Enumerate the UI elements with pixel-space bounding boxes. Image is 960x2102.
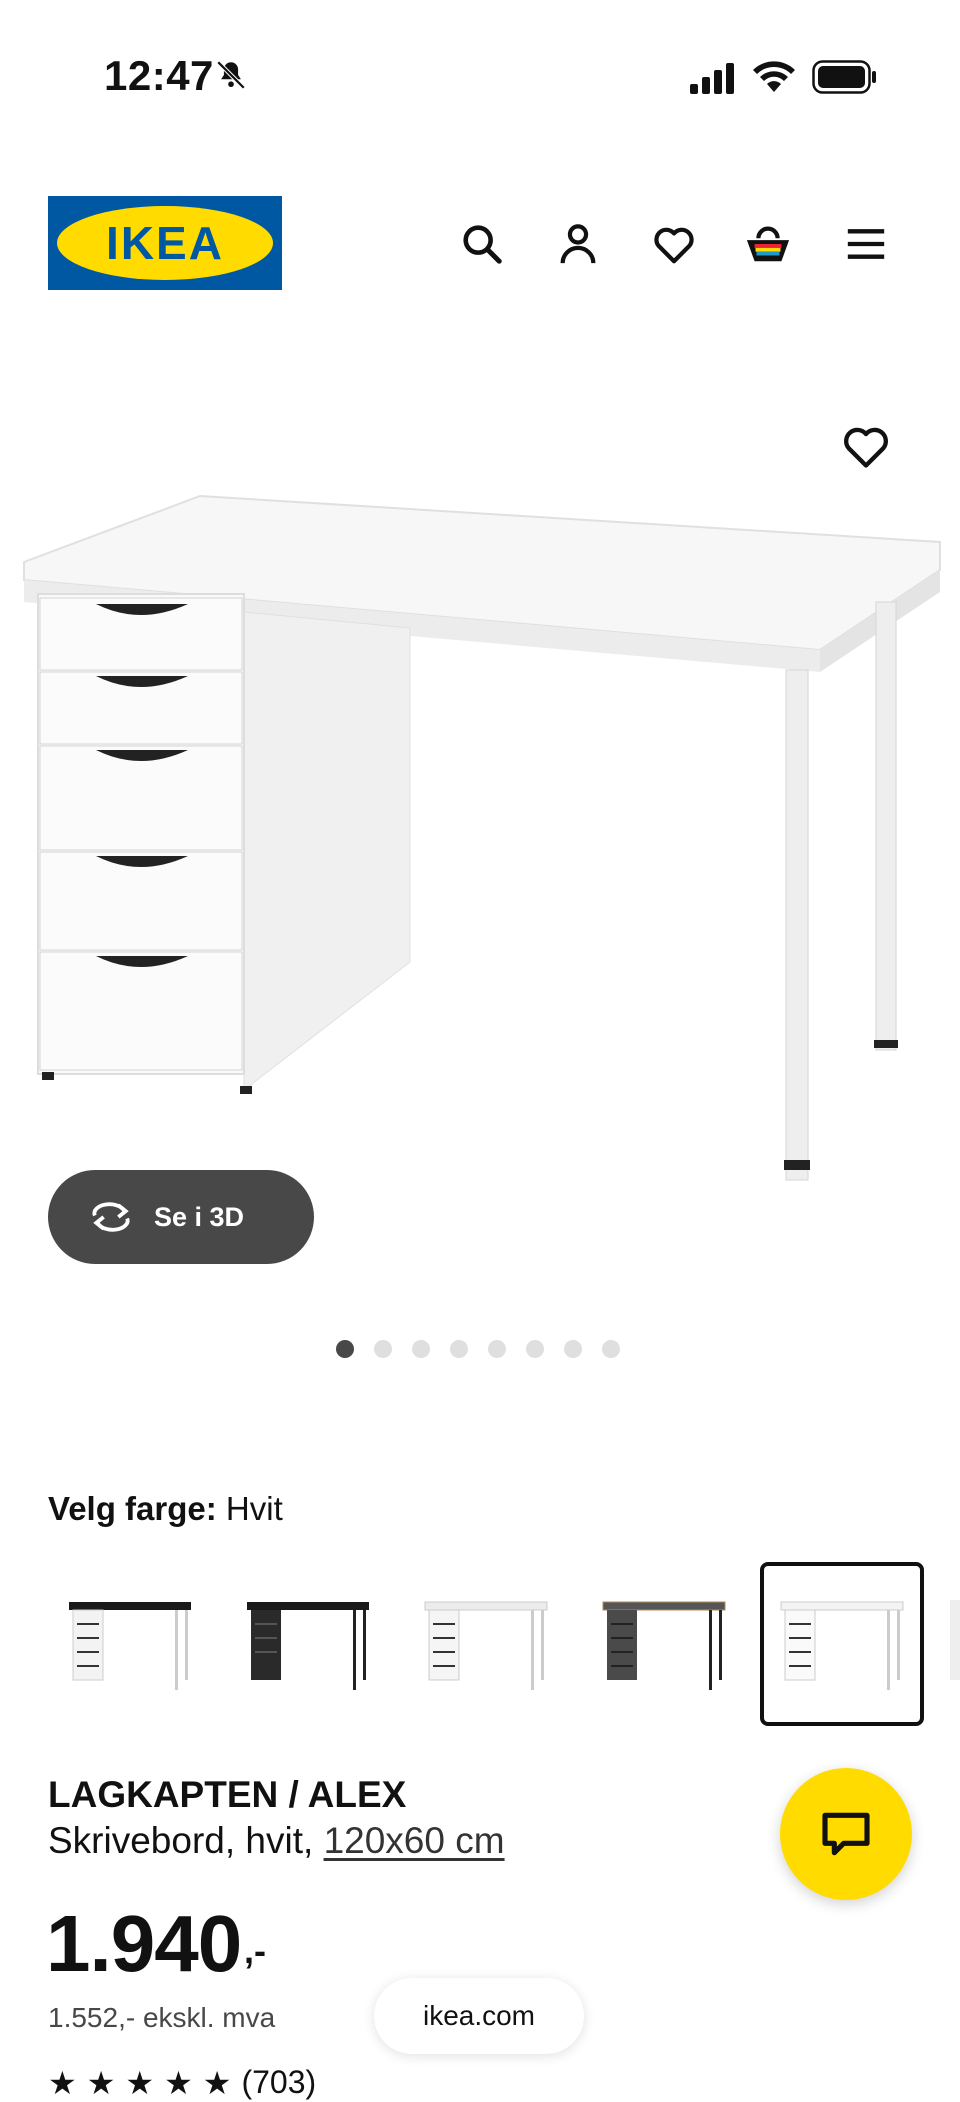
- browser-url-bar[interactable]: ikea.com: [374, 1978, 584, 2054]
- ikea-logo[interactable]: IKEA: [48, 196, 282, 290]
- color-swatch-grey-black[interactable]: [582, 1562, 746, 1726]
- battery-icon: [812, 60, 876, 94]
- star-icon: ★: [125, 2065, 155, 2101]
- cellular-signal-icon: [690, 63, 734, 94]
- pagination-dot[interactable]: [412, 1340, 430, 1358]
- product-type: Skrivebord, hvit,: [48, 1820, 324, 1861]
- silent-bell-icon: [216, 60, 246, 90]
- basket-button[interactable]: [742, 218, 794, 270]
- price-suffix: ,-: [244, 1930, 266, 1971]
- price-ex-vat: 1.552,- ekskl. mva: [48, 2002, 276, 2033]
- menu-icon: [847, 229, 885, 259]
- product-image[interactable]: [0, 350, 960, 1280]
- pagination-dot[interactable]: [602, 1340, 620, 1358]
- color-selector-label: Velg farge: Hvit: [48, 1490, 283, 1528]
- product-price: 1.940: [46, 1899, 242, 1988]
- color-swatches: [48, 1562, 924, 1726]
- color-swatch-more[interactable]: [950, 1600, 960, 1680]
- color-swatch-white-light[interactable]: [404, 1562, 568, 1726]
- desk-thumbnail: [602, 1601, 726, 1690]
- pagination-dot[interactable]: [488, 1340, 506, 1358]
- desk-thumbnail: [69, 1602, 191, 1690]
- star-icon: ★: [86, 2065, 116, 2101]
- favourites-button[interactable]: [648, 218, 700, 270]
- menu-button[interactable]: [840, 218, 892, 270]
- color-swatch-white[interactable]: [760, 1562, 924, 1726]
- rotate-3d-icon: [92, 1202, 130, 1232]
- star-icon: ★: [202, 2065, 232, 2101]
- product-dimensions-link[interactable]: 120x60 cm: [324, 1820, 505, 1861]
- logo-text: IKEA: [106, 217, 224, 269]
- gallery-pagination: [336, 1340, 620, 1358]
- heart-icon: [844, 427, 888, 468]
- add-to-favourites-button[interactable]: [840, 420, 892, 472]
- view-3d-label: Se i 3D: [154, 1201, 245, 1232]
- view-3d-button[interactable]: Se i 3D: [48, 1170, 314, 1264]
- product-rating[interactable]: ★ ★ ★ ★ ★ (703): [48, 2064, 316, 2102]
- chat-button[interactable]: [780, 1768, 912, 1900]
- product-name: LAGKAPTEN / ALEX: [48, 1774, 407, 1815]
- color-label-value: Hvit: [225, 1490, 283, 1527]
- desk-illustration: [23, 494, 941, 1181]
- desk-thumbnail: [247, 1602, 369, 1690]
- product-description: Skrivebord, hvit, 120x60 cm: [48, 1820, 505, 1862]
- pagination-dot[interactable]: [336, 1340, 354, 1358]
- status-time: 12:47: [104, 52, 214, 99]
- desk-thumbnail: [780, 1601, 904, 1690]
- pagination-dot[interactable]: [450, 1340, 468, 1358]
- pagination-dot[interactable]: [526, 1340, 544, 1358]
- search-button[interactable]: [456, 218, 508, 270]
- review-count: (703): [241, 2064, 317, 2100]
- basket-icon: [746, 226, 790, 262]
- account-button[interactable]: [552, 218, 604, 270]
- pagination-dot[interactable]: [374, 1340, 392, 1358]
- star-icon: ★: [48, 2065, 77, 2101]
- search-icon: [463, 225, 502, 264]
- color-swatch-black-white[interactable]: [48, 1562, 212, 1726]
- heart-icon: [654, 227, 694, 264]
- color-label-key: Velg farge:: [48, 1490, 217, 1527]
- star-icon: ★: [164, 2065, 193, 2101]
- wifi-icon: [753, 61, 795, 92]
- desk-thumbnail: [424, 1601, 548, 1690]
- logo-oval: IKEA: [57, 206, 273, 280]
- chat-bubble-icon: [822, 1812, 870, 1856]
- account-icon: [560, 224, 596, 264]
- pagination-dot[interactable]: [564, 1340, 582, 1358]
- color-swatch-black[interactable]: [226, 1562, 390, 1726]
